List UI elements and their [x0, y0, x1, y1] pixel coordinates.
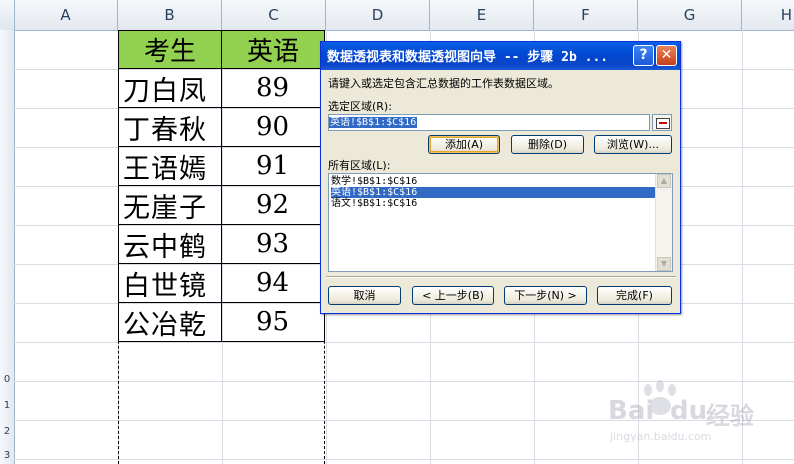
name-cell[interactable]: 公冶乾: [118, 303, 222, 342]
watermark-brand-cn: 经验: [706, 402, 754, 430]
watermark-brand-2: du: [670, 396, 708, 426]
all-ranges-label: 所有区域(L):: [328, 159, 391, 172]
range-value: 英语!$B$1:$C$16: [329, 117, 418, 128]
name-cell[interactable]: 王语嫣: [118, 147, 222, 186]
column-header-f[interactable]: F: [534, 0, 638, 30]
column-header-bar: A B C D E F G H: [0, 0, 794, 31]
list-scrollbar[interactable]: ▲ ▼: [655, 174, 672, 271]
cancel-button[interactable]: 取消: [328, 286, 401, 305]
finish-button[interactable]: 完成(F): [597, 286, 672, 305]
gridline: [14, 459, 794, 460]
column-header-e[interactable]: E: [430, 0, 534, 30]
score-cell[interactable]: 92: [221, 186, 325, 225]
range-picker-icon: [656, 118, 670, 129]
list-item[interactable]: 语文!$B$1:$C$16: [331, 198, 657, 209]
name-cell[interactable]: 白世镜: [118, 264, 222, 303]
baidu-watermark: Bai du 经验 jingyan.baidu.com: [588, 380, 788, 450]
header-cell-english[interactable]: 英语: [221, 30, 325, 69]
score-cell[interactable]: 91: [221, 147, 325, 186]
row-number[interactable]: 2: [0, 426, 14, 437]
header-cell-examinee[interactable]: 考生: [118, 30, 222, 69]
scroll-down-icon[interactable]: ▼: [657, 257, 671, 271]
close-button[interactable]: ✕: [656, 45, 677, 66]
all-ranges-list[interactable]: 数学!$B$1:$C$16 英语!$B$1:$C$16 语文!$B$1:$C$1…: [328, 173, 673, 272]
scroll-up-icon[interactable]: ▲: [657, 174, 671, 188]
list-item-selected[interactable]: 英语!$B$1:$C$16: [331, 187, 657, 198]
score-cell[interactable]: 94: [221, 264, 325, 303]
column-header-b[interactable]: B: [118, 0, 222, 30]
column-header-c[interactable]: C: [222, 0, 326, 30]
browse-button[interactable]: 浏览(W)...: [594, 135, 672, 154]
row-number[interactable]: 3: [0, 450, 14, 461]
name-cell[interactable]: 丁春秋: [118, 108, 222, 147]
column-header-a[interactable]: A: [14, 0, 118, 30]
score-cell[interactable]: 90: [221, 108, 325, 147]
collapse-dialog-button[interactable]: [652, 114, 672, 131]
row-header-bar: 0 1 2 3: [0, 30, 15, 464]
column-header-d[interactable]: D: [326, 0, 430, 30]
list-item[interactable]: 数学!$B$1:$C$16: [331, 176, 657, 187]
help-button[interactable]: ?: [633, 45, 654, 66]
instruction-text: 请键入或选定包含汇总数据的工作表数据区域。: [328, 77, 559, 90]
dialog-title: 数据透视表和数据透视图向导 -- 步骤 2b ...: [327, 50, 609, 65]
watermark-url: jingyan.baidu.com: [610, 430, 712, 443]
column-header-h[interactable]: H: [742, 0, 794, 30]
range-input[interactable]: 英语!$B$1:$C$16: [328, 114, 650, 131]
back-button[interactable]: < 上一步(B): [412, 286, 494, 305]
row-number[interactable]: 1: [0, 400, 14, 411]
select-all-corner[interactable]: [0, 0, 15, 30]
delete-button[interactable]: 删除(D): [511, 135, 584, 154]
pivot-wizard-dialog: 数据透视表和数据透视图向导 -- 步骤 2b ... ? ✕ 请键入或选定包含汇…: [320, 41, 681, 314]
watermark-brand: Bai: [608, 396, 655, 426]
name-cell[interactable]: 无崖子: [118, 186, 222, 225]
next-button[interactable]: 下一步(N) >: [504, 286, 587, 305]
add-button[interactable]: 添加(A): [428, 135, 500, 154]
score-cell[interactable]: 95: [221, 303, 325, 342]
name-cell[interactable]: 云中鹤: [118, 225, 222, 264]
row-number[interactable]: 0: [0, 374, 14, 385]
divider: [326, 276, 676, 278]
name-cell[interactable]: 刀白凤: [118, 69, 222, 108]
column-header-g[interactable]: G: [638, 0, 742, 30]
dialog-titlebar[interactable]: 数据透视表和数据透视图向导 -- 步骤 2b ... ? ✕: [321, 42, 680, 70]
range-label: 选定区域(R):: [328, 100, 392, 113]
score-cell[interactable]: 89: [221, 69, 325, 108]
score-cell[interactable]: 93: [221, 225, 325, 264]
gridline: [14, 342, 794, 343]
